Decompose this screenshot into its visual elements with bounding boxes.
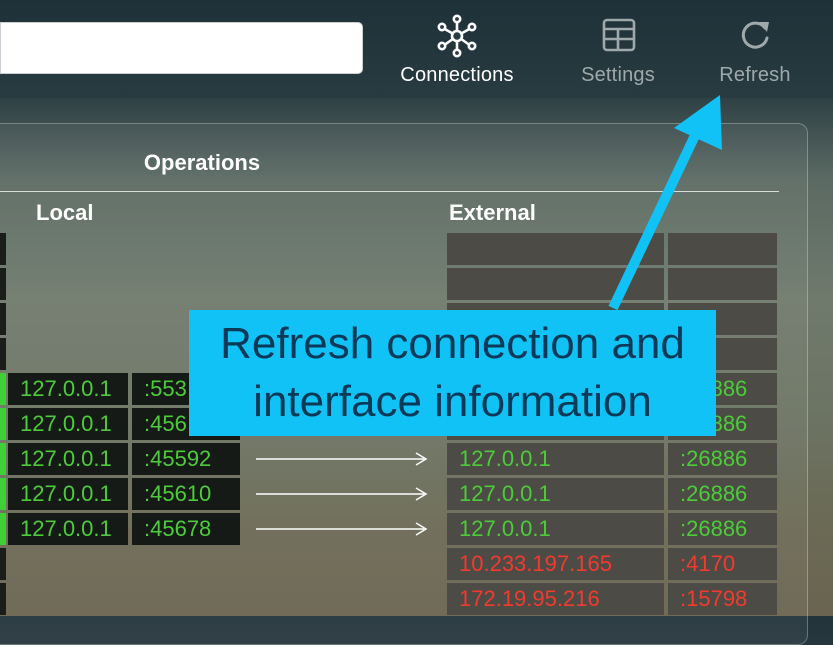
refresh-label: Refresh [719, 64, 791, 86]
row-status-edge [0, 373, 6, 405]
callout-line-2: interface information [253, 377, 652, 426]
external-port-cell[interactable] [668, 233, 777, 265]
local-port-cell[interactable]: :45592 [132, 443, 240, 475]
external-ip-cell[interactable] [447, 233, 664, 265]
external-ip-cell[interactable]: 127.0.0.1 [447, 478, 664, 510]
external-port-cell[interactable]: :4170 [668, 548, 777, 580]
external-port-cell[interactable]: :26886 [668, 478, 777, 510]
external-port-cell[interactable]: :26886 [668, 443, 777, 475]
settings-button[interactable]: Settings [565, 14, 671, 87]
external-ip-cell[interactable]: 172.19.95.216 [447, 583, 664, 615]
search-field[interactable] [0, 22, 363, 74]
panel-title: Operations [143, 150, 261, 175]
local-column-header: Local [36, 200, 94, 225]
local-port-cell[interactable]: :45610 [132, 478, 240, 510]
local-port-cell[interactable]: :45678 [132, 513, 240, 545]
network-hub-icon [437, 14, 477, 58]
connections-label: Connections [400, 64, 514, 86]
external-port-cell[interactable] [668, 268, 777, 300]
external-port-cell[interactable]: :26886 [668, 513, 777, 545]
flow-arrow-icon [256, 487, 428, 501]
external-port-cell[interactable]: :15798 [668, 583, 777, 615]
row-status-edge [0, 583, 6, 615]
row-status-edge [0, 303, 6, 335]
row-status-edge [0, 478, 6, 510]
local-ip-cell[interactable]: 127.0.0.1 [8, 408, 128, 440]
external-column-header: External [449, 200, 536, 225]
local-ip-cell[interactable]: 127.0.0.1 [8, 443, 128, 475]
external-ip-cell[interactable]: 10.233.197.165 [447, 548, 664, 580]
row-status-edge [0, 233, 6, 265]
refresh-tooltip-callout: Refresh connection and interface informa… [189, 310, 716, 436]
row-status-edge [0, 513, 6, 545]
refresh-button[interactable]: Refresh [710, 14, 800, 87]
external-ip-cell[interactable]: 127.0.0.1 [447, 513, 664, 545]
row-status-edge [0, 443, 6, 475]
local-ip-cell[interactable]: 127.0.0.1 [8, 513, 128, 545]
row-status-edge [0, 338, 6, 370]
refresh-icon [741, 21, 769, 49]
settings-label: Settings [581, 64, 655, 86]
flow-arrow-icon [256, 522, 428, 536]
external-ip-cell[interactable]: 127.0.0.1 [447, 443, 664, 475]
local-ip-cell[interactable]: 127.0.0.1 [8, 478, 128, 510]
title-divider [0, 191, 779, 192]
row-status-edge [0, 408, 6, 440]
connections-button[interactable]: Connections [392, 14, 522, 87]
callout-line-1: Refresh connection and [220, 319, 685, 368]
row-status-edge [0, 268, 6, 300]
toolbar: Connections Settings Refresh [0, 0, 833, 98]
flow-arrow-icon [256, 452, 428, 466]
local-ip-cell[interactable]: 127.0.0.1 [8, 373, 128, 405]
external-ip-cell[interactable] [447, 268, 664, 300]
table-grid-icon [602, 18, 636, 52]
row-status-edge [0, 548, 6, 580]
